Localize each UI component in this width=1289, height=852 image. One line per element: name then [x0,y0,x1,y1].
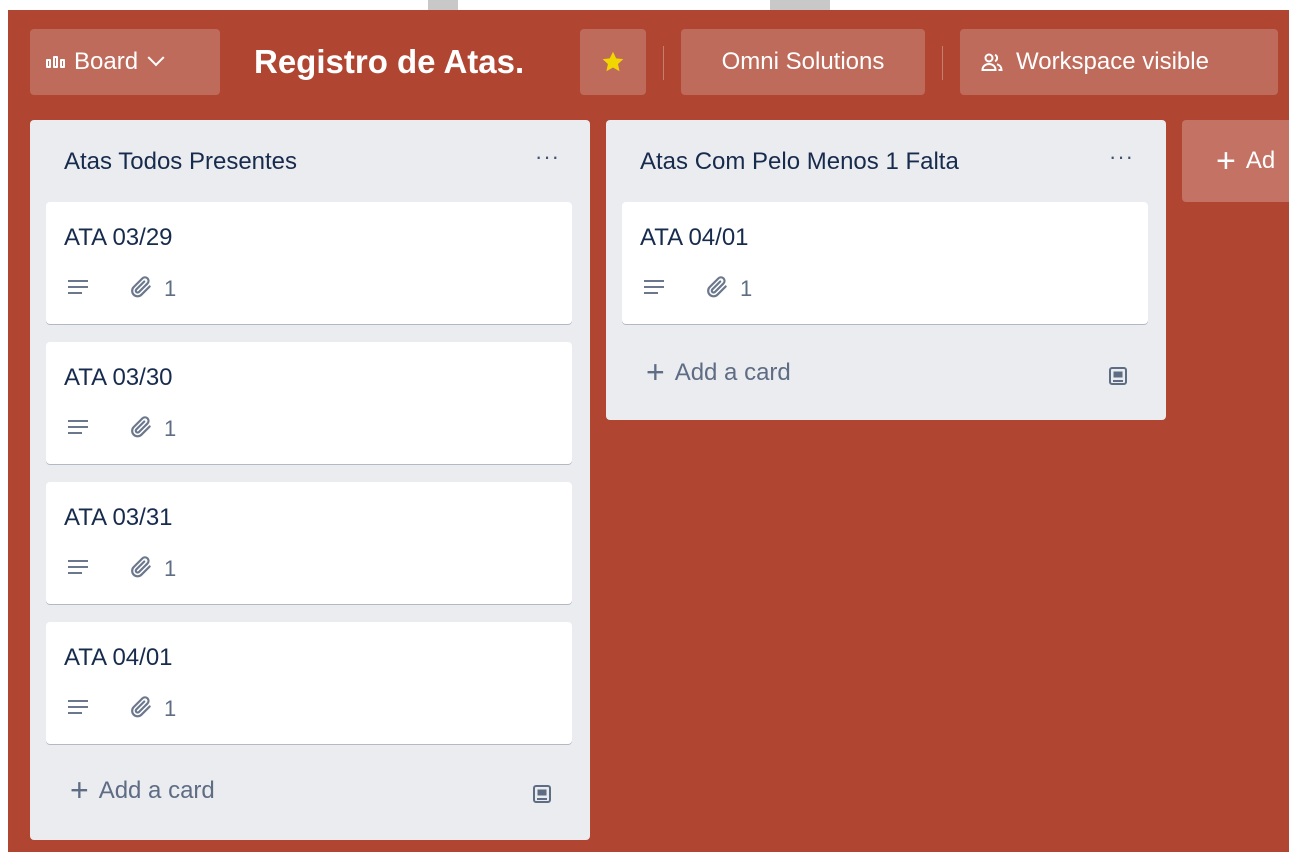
workspace-label: Omni Solutions [721,48,885,75]
chevron-down-icon [147,49,165,67]
header-divider [942,46,943,80]
card-title: ATA 04/01 [640,224,749,251]
ellipsis-icon[interactable]: ··· [1109,144,1134,170]
add-list-label: Ad [1245,147,1276,174]
paperclip-icon [131,416,151,438]
visibility-button[interactable]: Workspace visible [960,29,1278,95]
visibility-label: Workspace visible [1016,48,1209,75]
add-card-button[interactable]: + Add a card [70,772,215,809]
plus-icon: + [646,354,665,390]
card[interactable]: ATA 03/31 1 [46,482,572,604]
ellipsis-icon[interactable]: ··· [535,144,560,170]
list-title[interactable]: Atas Todos Presentes [64,148,297,176]
description-icon [644,280,664,298]
card[interactable]: ATA 03/30 1 [46,342,572,464]
paperclip-icon [707,276,727,298]
card[interactable]: ATA 04/01 1 [46,622,572,744]
attachment-count: 1 [164,416,177,441]
people-icon [980,50,1004,74]
description-icon [68,560,88,578]
add-card-label: Add a card [98,776,215,804]
header-divider [663,46,664,80]
add-card-button[interactable]: + Add a card [646,354,791,391]
card-title: ATA 03/31 [64,504,173,531]
card-title: ATA 03/29 [64,224,173,251]
paperclip-icon [131,696,151,718]
window-top-strip [770,0,830,10]
attachment-count: 1 [164,556,177,581]
attachment-count: 1 [164,276,177,301]
add-card-label: Add a card [674,358,791,386]
board-canvas: Board Registro de Atas. Omni Solutions W… [8,10,1289,852]
list-title[interactable]: Atas Com Pelo Menos 1 Falta [640,148,959,176]
list-atas-todos-presentes: Atas Todos Presentes ··· ATA 03/29 1 ATA… [30,120,590,840]
attachment-count: 1 [740,276,753,301]
board-grid-icon [46,56,65,68]
board-title[interactable]: Registro de Atas. [254,29,524,95]
card[interactable]: ATA 04/01 1 [622,202,1148,324]
card[interactable]: ATA 03/29 1 [46,202,572,324]
workspace-button[interactable]: Omni Solutions [681,29,925,95]
add-list-button[interactable]: + Ad [1182,120,1289,202]
paperclip-icon [131,276,151,298]
description-icon [68,280,88,298]
description-icon [68,700,88,718]
card-template-icon[interactable] [1106,364,1130,388]
plus-icon: + [70,772,89,808]
card-title: ATA 04/01 [64,644,173,671]
description-icon [68,420,88,438]
card-title: ATA 03/30 [64,364,173,391]
window-top-strip [428,0,458,10]
board-switcher-button[interactable]: Board [30,29,220,95]
card-template-icon[interactable] [530,782,554,806]
list-atas-com-pelo-menos-1-falta: Atas Com Pelo Menos 1 Falta ··· ATA 04/0… [606,120,1166,420]
board-switcher-label: Board [74,48,139,75]
star-icon [602,51,624,72]
star-button[interactable] [580,29,646,95]
attachment-count: 1 [164,696,177,721]
plus-icon: + [1216,141,1236,180]
paperclip-icon [131,556,151,578]
